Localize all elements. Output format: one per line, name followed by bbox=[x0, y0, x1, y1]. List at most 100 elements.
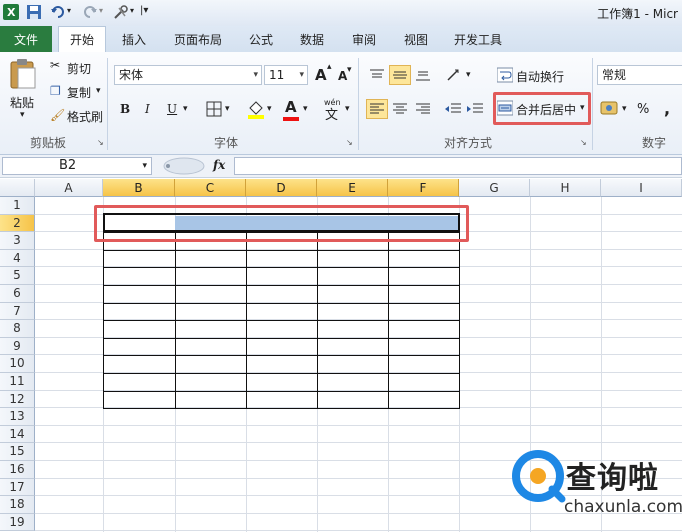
font-name-combo[interactable]: 宋体 ▾ bbox=[114, 65, 262, 85]
number-format-combo[interactable]: 常规 bbox=[597, 65, 682, 85]
align-left-icon[interactable] bbox=[366, 99, 388, 119]
row-header-18[interactable]: 18 bbox=[0, 496, 35, 514]
row-header-19[interactable]: 19 bbox=[0, 513, 35, 532]
tools-dropdown-icon[interactable]: ▾ bbox=[130, 6, 134, 22]
format-painter-icon[interactable]: 🖌 bbox=[50, 108, 65, 122]
chevron-down-icon: ▾ bbox=[299, 70, 304, 80]
number-group-label: 数字 bbox=[642, 136, 667, 150]
column-header-c[interactable]: C bbox=[175, 179, 246, 197]
tab-insert[interactable]: 插入 bbox=[122, 31, 146, 48]
copy-button[interactable]: 复制 bbox=[67, 84, 91, 101]
percent-button[interactable]: % bbox=[637, 102, 649, 117]
tab-formulas[interactable]: 公式 bbox=[249, 31, 273, 48]
font-launcher-icon[interactable]: ↘ bbox=[346, 138, 353, 147]
insert-function-icon[interactable]: fx bbox=[213, 158, 225, 172]
wrap-text-icon[interactable] bbox=[497, 67, 513, 83]
tab-review[interactable]: 审阅 bbox=[352, 31, 376, 48]
redo-dropdown-icon[interactable]: ▾ bbox=[99, 6, 103, 22]
tools-icon[interactable] bbox=[113, 4, 129, 20]
row-header-5[interactable]: 5 bbox=[0, 267, 35, 285]
column-header-f[interactable]: F bbox=[388, 179, 459, 197]
undo-icon[interactable] bbox=[50, 4, 66, 20]
font-color-button[interactable]: A bbox=[285, 98, 297, 116]
tab-data[interactable]: 数据 bbox=[300, 31, 324, 48]
row-header-8[interactable]: 8 bbox=[0, 320, 35, 338]
row-header-6[interactable]: 6 bbox=[0, 285, 35, 303]
align-bottom-icon[interactable] bbox=[412, 65, 434, 85]
column-header-i[interactable]: I bbox=[601, 179, 682, 197]
underline-dropdown-icon[interactable]: ▾ bbox=[183, 104, 188, 114]
formula-bar-splitter[interactable] bbox=[160, 157, 208, 175]
cut-button[interactable]: 剪切 bbox=[67, 60, 91, 77]
customize-qat-icon[interactable]: |▾ bbox=[140, 5, 148, 21]
formula-input[interactable] bbox=[234, 157, 682, 175]
row-header-4[interactable]: 4 bbox=[0, 249, 35, 268]
undo-dropdown-icon[interactable]: ▾ bbox=[67, 6, 71, 22]
column-header-a[interactable]: A bbox=[35, 179, 103, 197]
redo-icon[interactable] bbox=[82, 4, 98, 20]
row-header-14[interactable]: 14 bbox=[0, 425, 35, 444]
row-header-7[interactable]: 7 bbox=[0, 302, 35, 321]
column-header-e[interactable]: E bbox=[317, 179, 388, 197]
column-header-g[interactable]: G bbox=[459, 179, 530, 197]
wrap-text-button[interactable]: 自动换行 bbox=[516, 68, 564, 85]
tab-view[interactable]: 视图 bbox=[404, 31, 428, 48]
row-header-16[interactable]: 16 bbox=[0, 461, 35, 479]
tab-page-layout[interactable]: 页面布局 bbox=[174, 31, 222, 48]
fill-color-icon[interactable] bbox=[247, 99, 265, 119]
shrink-font-button[interactable]: A bbox=[338, 69, 347, 83]
orientation-icon[interactable] bbox=[444, 65, 466, 85]
row-header-1[interactable]: 1 bbox=[0, 197, 35, 215]
align-top-icon[interactable] bbox=[366, 65, 388, 85]
format-painter-button[interactable]: 格式刷 bbox=[67, 108, 103, 125]
phonetic-icon[interactable]: 文 bbox=[325, 104, 338, 123]
column-header-d[interactable]: D bbox=[246, 179, 317, 197]
align-center-icon[interactable] bbox=[389, 99, 411, 119]
bold-button[interactable]: B bbox=[120, 102, 130, 116]
row-header-13[interactable]: 13 bbox=[0, 408, 35, 426]
row-header-3[interactable]: 3 bbox=[0, 232, 35, 250]
row-header-11[interactable]: 11 bbox=[0, 373, 35, 391]
borders-icon[interactable] bbox=[206, 101, 222, 117]
fill-color-dropdown-icon[interactable]: ▾ bbox=[267, 104, 272, 114]
select-all-corner[interactable] bbox=[0, 179, 35, 197]
row-header-2[interactable]: 2 bbox=[0, 214, 35, 233]
copy-dropdown-icon[interactable]: ▾ bbox=[96, 86, 101, 96]
phonetic-dropdown-icon[interactable]: ▾ bbox=[345, 104, 350, 114]
copy-icon[interactable]: ❐ bbox=[50, 84, 61, 98]
column-header-b[interactable]: B bbox=[103, 179, 175, 197]
row-header-15[interactable]: 15 bbox=[0, 443, 35, 461]
paste-icon[interactable] bbox=[8, 58, 38, 90]
cut-icon[interactable]: ✂ bbox=[50, 58, 60, 72]
paste-button[interactable]: 粘贴 bbox=[10, 94, 34, 111]
column-header-h[interactable]: H bbox=[530, 179, 601, 197]
alignment-launcher-icon[interactable]: ↘ bbox=[580, 138, 587, 147]
borders-dropdown-icon[interactable]: ▾ bbox=[225, 104, 230, 114]
tab-developer[interactable]: 开发工具 bbox=[454, 31, 502, 48]
grow-font-button[interactable]: A bbox=[315, 66, 327, 84]
table-border-line bbox=[103, 249, 460, 251]
comma-style-button[interactable]: , bbox=[664, 99, 670, 118]
name-box[interactable]: B2 ▾ bbox=[2, 157, 152, 175]
currency-icon[interactable] bbox=[600, 100, 618, 116]
underline-button[interactable]: U bbox=[167, 102, 177, 116]
tab-home[interactable]: 开始 bbox=[58, 26, 106, 52]
font-size-combo[interactable]: 11 ▾ bbox=[264, 65, 308, 85]
align-middle-icon[interactable] bbox=[389, 65, 411, 85]
decrease-indent-icon[interactable] bbox=[442, 99, 464, 119]
clipboard-launcher-icon[interactable]: ↘ bbox=[97, 138, 104, 147]
tab-file[interactable]: 文件 bbox=[0, 26, 52, 52]
paste-dropdown-icon[interactable]: ▾ bbox=[20, 110, 25, 120]
italic-button[interactable]: I bbox=[145, 102, 150, 116]
align-right-icon[interactable] bbox=[412, 99, 434, 119]
row-header-12[interactable]: 12 bbox=[0, 390, 35, 409]
font-color-dropdown-icon[interactable]: ▾ bbox=[303, 104, 308, 114]
orientation-dropdown-icon[interactable]: ▾ bbox=[466, 70, 471, 80]
row-header-17[interactable]: 17 bbox=[0, 478, 35, 497]
save-icon[interactable] bbox=[26, 4, 42, 20]
row-header-10[interactable]: 10 bbox=[0, 355, 35, 373]
currency-dropdown-icon[interactable]: ▾ bbox=[622, 104, 627, 114]
merge-center-highlight bbox=[493, 92, 591, 125]
increase-indent-icon[interactable] bbox=[464, 99, 486, 119]
row-header-9[interactable]: 9 bbox=[0, 337, 35, 356]
